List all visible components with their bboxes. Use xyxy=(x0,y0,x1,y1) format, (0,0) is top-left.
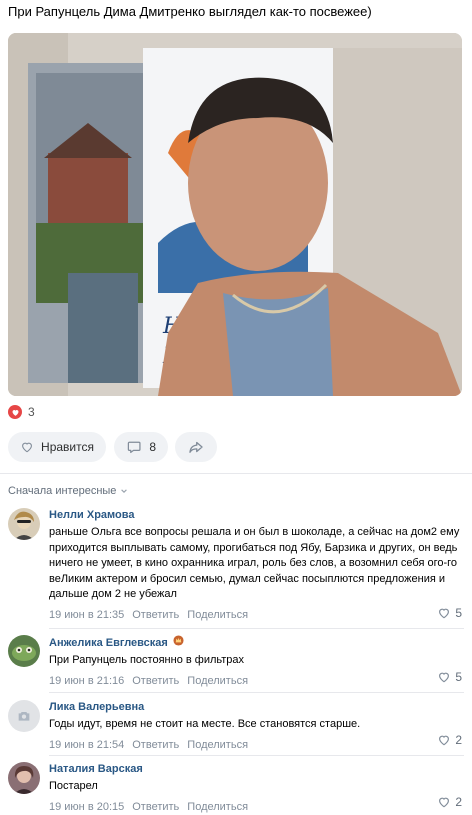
comment-like-count: 2 xyxy=(455,795,462,809)
chevron-down-icon xyxy=(121,489,128,493)
comment-like-count: 5 xyxy=(455,670,462,684)
crown-badge-icon xyxy=(173,635,184,651)
comments-sort[interactable]: Сначала интересные xyxy=(8,485,128,497)
sort-label: Сначала интересные xyxy=(8,485,117,497)
comment-author[interactable]: Анжелика Евглевская xyxy=(49,635,464,651)
comment-like-button[interactable]: 5 xyxy=(437,606,462,620)
share-link[interactable]: Поделиться xyxy=(187,608,248,622)
comment-meta: 19 июн в 21:16 Ответить Поделиться xyxy=(49,674,464,688)
post-photo[interactable]: Ниа Ниа xyxy=(8,33,462,396)
post-divider xyxy=(0,473,472,474)
comment-date[interactable]: 19 июн в 20:15 xyxy=(49,800,124,814)
comment-like-count: 2 xyxy=(455,733,462,747)
comment-item: Наталия Варская Постарел 19 июн в 20:15 … xyxy=(8,762,464,814)
comment-bubble-icon xyxy=(127,441,141,454)
share-link[interactable]: Поделиться xyxy=(187,674,248,688)
share-arrow-icon xyxy=(189,441,203,453)
heart-icon xyxy=(8,405,22,419)
heart-outline-icon xyxy=(439,672,450,683)
comment-text: раньше Ольга все вопросы решала и он был… xyxy=(49,526,460,600)
like-button[interactable]: Нравится xyxy=(8,432,106,462)
reply-link[interactable]: Ответить xyxy=(132,738,179,752)
heart-outline-icon xyxy=(439,735,450,746)
comment-item: Лика Валерьевна Годы идут, время не стои… xyxy=(8,700,464,752)
avatar[interactable] xyxy=(8,762,40,794)
comment-meta: 19 июн в 21:35 Ответить Поделиться xyxy=(49,608,464,622)
reaction-count: 3 xyxy=(28,405,35,419)
comment-count: 8 xyxy=(149,440,156,454)
comment-meta: 19 июн в 20:15 Ответить Поделиться xyxy=(49,800,464,814)
comment-divider xyxy=(49,692,464,693)
comment-like-button[interactable]: 2 xyxy=(437,733,462,747)
comment-like-count: 5 xyxy=(455,606,462,620)
comment-like-button[interactable]: 2 xyxy=(437,795,462,809)
comment-date[interactable]: 19 июн в 21:54 xyxy=(49,738,124,752)
heart-outline-icon xyxy=(439,797,450,808)
comment-date[interactable]: 19 июн в 21:16 xyxy=(49,674,124,688)
avatar[interactable] xyxy=(8,635,40,667)
comment-button[interactable]: 8 xyxy=(114,432,168,462)
comment-author[interactable]: Нелли Храмова xyxy=(49,508,464,523)
share-link[interactable]: Поделиться xyxy=(187,800,248,814)
comment-author[interactable]: Наталия Варская xyxy=(49,762,464,777)
comment-date[interactable]: 19 июн в 21:35 xyxy=(49,608,124,622)
comment-text: Постарел xyxy=(49,780,98,792)
heart-outline-icon xyxy=(22,442,32,453)
comment-like-button[interactable]: 5 xyxy=(437,670,462,684)
avatar[interactable] xyxy=(8,700,40,732)
camera-icon xyxy=(18,712,30,721)
comment-text: Годы идут, время не стоит на месте. Все … xyxy=(49,718,361,730)
comment-divider xyxy=(49,755,464,756)
like-label: Нравится xyxy=(41,440,94,454)
comment-item: Нелли Храмова раньше Ольга все вопросы р… xyxy=(8,508,464,622)
comment-text: При Рапунцель постоянно в фильтрах xyxy=(49,654,245,666)
share-button[interactable] xyxy=(175,432,217,462)
reactions-summary[interactable]: 3 xyxy=(8,405,35,419)
heart-outline-icon xyxy=(439,608,450,619)
avatar[interactable] xyxy=(8,508,40,540)
comment-item: Анжелика Евглевская При Рапунцель постоя… xyxy=(8,635,464,688)
post-photo-image: Ниа Ниа xyxy=(8,33,462,396)
reply-link[interactable]: Ответить xyxy=(132,608,179,622)
comment-meta: 19 июн в 21:54 Ответить Поделиться xyxy=(49,738,464,752)
reply-link[interactable]: Ответить xyxy=(132,800,179,814)
comment-author[interactable]: Лика Валерьевна xyxy=(49,700,464,715)
post-text: При Рапунцель Дима Дмитренко выглядел ка… xyxy=(8,4,372,19)
reply-link[interactable]: Ответить xyxy=(132,674,179,688)
share-link[interactable]: Поделиться xyxy=(187,738,248,752)
comment-divider xyxy=(49,628,464,629)
